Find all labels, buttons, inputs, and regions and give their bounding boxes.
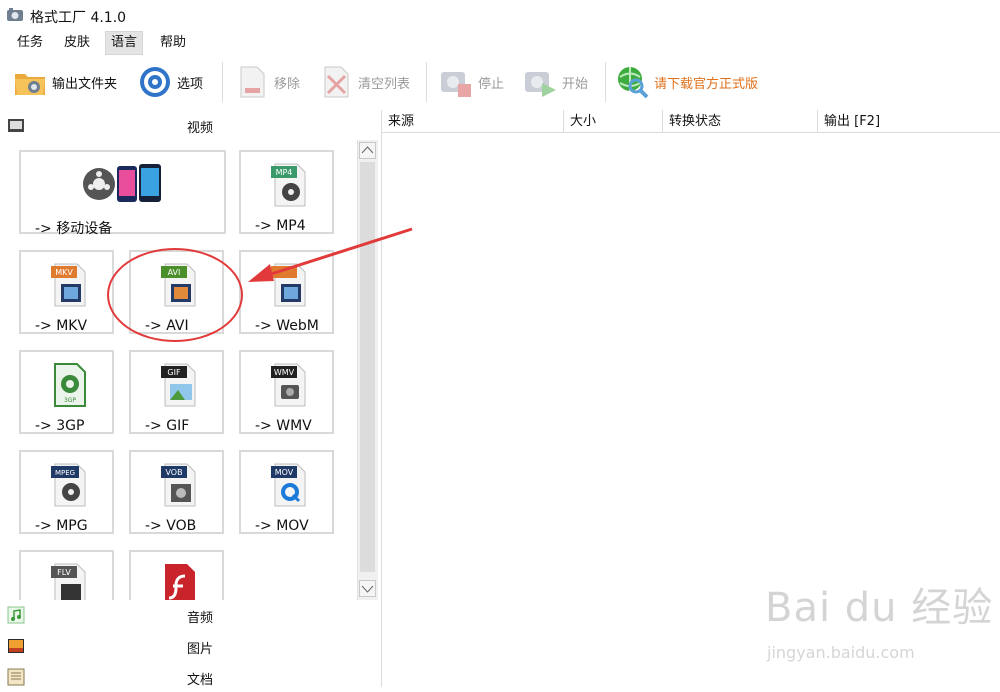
svg-text:WMV: WMV	[274, 368, 295, 377]
svg-text:3GP: 3GP	[64, 397, 76, 404]
tile-wmv[interactable]: WMV -> WMV	[239, 350, 334, 434]
tile-mov[interactable]: MOV -> MOV	[239, 450, 334, 534]
tile-label: -> 3GP	[35, 418, 85, 434]
category-video[interactable]: 视频	[0, 110, 381, 140]
start-icon	[525, 72, 556, 97]
format-grid-scrollbar[interactable]	[357, 140, 378, 600]
remove-label: 移除	[274, 76, 301, 92]
output-folder-label: 输出文件夹	[52, 76, 118, 92]
remove-button[interactable]: 移除	[234, 62, 300, 102]
svg-text:MP4: MP4	[276, 168, 293, 177]
tile-gif[interactable]: GIF -> GIF	[129, 350, 224, 434]
mp4-file-icon: MP4	[271, 163, 306, 207]
tile-3gp[interactable]: 3GP -> 3GP	[19, 350, 114, 434]
toolbar: 输出文件夹 选项 移除 清空列表 停止 开始 请下载官方正式版	[0, 56, 1000, 108]
title-bar: 格式工厂 4.1.0	[0, 0, 1000, 32]
watermark-main: Bai du 经验	[765, 585, 994, 631]
clear-list-label: 清空列表	[358, 76, 411, 92]
annotation-circle	[107, 248, 243, 342]
stop-icon	[441, 72, 471, 97]
menu-help[interactable]: 帮助	[155, 32, 191, 54]
window-title: 格式工厂 4.1.0	[30, 10, 127, 26]
category-image[interactable]: 图片	[0, 631, 381, 661]
tile-mp4[interactable]: MP4 -> MP4	[239, 150, 334, 234]
chevron-down-icon	[361, 585, 374, 593]
mov-file-icon: MOV	[271, 463, 306, 507]
swf-file-icon	[165, 564, 195, 600]
output-folder-button[interactable]: 输出文件夹	[12, 62, 117, 102]
category-document[interactable]: 文档	[0, 662, 381, 692]
tile-mkv[interactable]: MKV -> MKV	[19, 250, 114, 334]
tile-mobile-device[interactable]: -> 移动设备	[19, 150, 226, 237]
mkv-file-icon: MKV	[51, 263, 86, 307]
flv-file-icon: FLV	[51, 563, 86, 600]
toolbar-separator	[426, 62, 427, 102]
tile-label: -> WMV	[255, 418, 312, 434]
3gp-file-icon: 3GP	[54, 363, 86, 407]
start-button[interactable]: 开始	[522, 62, 588, 102]
category-document-label: 文档	[186, 673, 213, 688]
download-official-button[interactable]: 请下载官方正式版	[614, 62, 758, 102]
menu-task[interactable]: 任务	[12, 32, 48, 54]
column-status[interactable]: 转换状态	[663, 110, 818, 133]
vob-file-icon: VOB	[161, 463, 196, 507]
scroll-down-button[interactable]	[359, 580, 376, 597]
svg-text:MPEG: MPEG	[55, 469, 75, 477]
column-output[interactable]: 输出 [F2]	[818, 110, 1000, 133]
app-logo-icon	[7, 8, 23, 21]
stop-label: 停止	[478, 76, 505, 92]
toolbar-separator	[222, 62, 223, 102]
category-image-label: 图片	[186, 642, 213, 657]
category-audio[interactable]: 音频	[0, 600, 381, 630]
format-panel: 视频 -> 移动设备 MP4 -> MP4 MKV -> MKV AVI -> …	[0, 110, 382, 688]
stop-button[interactable]: 停止	[438, 62, 504, 102]
tile-label: -> VOB	[145, 518, 197, 534]
menu-bar: 任务 皮肤 语言 帮助	[0, 31, 1000, 56]
start-label: 开始	[562, 76, 589, 92]
clear-list-icon	[324, 66, 349, 98]
menu-language[interactable]: 语言	[105, 31, 144, 55]
svg-text:FLV: FLV	[57, 568, 71, 577]
gear-icon	[140, 67, 170, 97]
mpg-file-icon: MPEG	[51, 463, 86, 507]
menu-skin[interactable]: 皮肤	[59, 32, 95, 54]
category-video-label: 视频	[186, 121, 213, 136]
svg-text:MOV: MOV	[275, 468, 294, 477]
tile-flv[interactable]: FLV	[19, 550, 114, 600]
remove-file-icon	[240, 66, 265, 98]
mobile-device-icon	[83, 164, 161, 202]
clear-list-button[interactable]: 清空列表	[318, 62, 410, 102]
svg-text:MKV: MKV	[55, 268, 73, 277]
scroll-up-button[interactable]	[359, 142, 376, 159]
tile-label: -> MKV	[35, 318, 88, 334]
options-button[interactable]: 选项	[137, 62, 203, 102]
folder-icon	[15, 74, 45, 95]
tile-vob[interactable]: VOB -> VOB	[129, 450, 224, 534]
options-label: 选项	[177, 76, 204, 92]
column-source[interactable]: 来源	[382, 110, 564, 133]
tile-label: -> 移动设备	[35, 221, 113, 237]
svg-text:GIF: GIF	[167, 368, 181, 377]
annotation-arrow	[248, 227, 413, 282]
baidu-watermark: Bai du 经验 jingyan.baidu.com	[765, 575, 995, 675]
tile-label: -> MOV	[255, 518, 309, 534]
wmv-file-icon: WMV	[271, 363, 306, 407]
toolbar-separator	[605, 62, 606, 102]
category-audio-label: 音频	[186, 611, 213, 626]
chevron-up-icon	[361, 146, 374, 154]
tile-label: -> MPG	[35, 518, 88, 534]
tile-swf[interactable]	[129, 550, 224, 600]
tile-label: -> WebM	[255, 318, 319, 334]
watermark-sub: jingyan.baidu.com	[767, 643, 915, 662]
video-format-grid: -> 移动设备 MP4 -> MP4 MKV -> MKV AVI -> AVI…	[0, 140, 356, 600]
tile-label: -> GIF	[145, 418, 190, 434]
globe-search-icon	[618, 67, 649, 99]
tile-mpg[interactable]: MPEG -> MPG	[19, 450, 114, 534]
svg-text:VOB: VOB	[165, 468, 182, 477]
download-official-label: 请下载官方正式版	[654, 76, 759, 92]
column-size[interactable]: 大小	[564, 110, 663, 133]
scroll-thumb[interactable]	[360, 162, 375, 572]
gif-file-icon: GIF	[161, 363, 196, 407]
